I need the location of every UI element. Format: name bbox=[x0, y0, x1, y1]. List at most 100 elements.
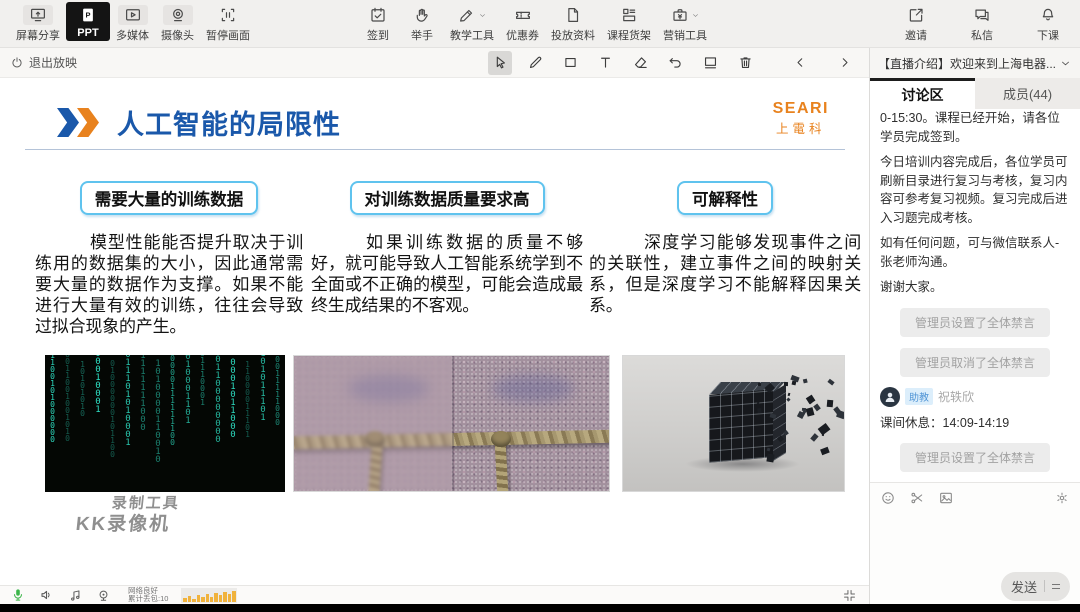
action-invite-button[interactable]: 邀请 bbox=[894, 2, 938, 45]
cube-side-face bbox=[773, 383, 787, 461]
emoji-icon[interactable] bbox=[880, 490, 896, 506]
send-button-label: 发送 bbox=[1010, 579, 1037, 595]
send-row: 发送 bbox=[870, 568, 1080, 604]
message-text: 今日培训内容完成后，各位学员可刷新目录进行复习与考核，复习内容可参考复习视频。复… bbox=[880, 155, 1068, 225]
live-room-title: 【直播介绍】欢迎来到上海电器... bbox=[878, 56, 1056, 71]
cube-debris bbox=[792, 380, 797, 385]
teaching-tools-icon bbox=[458, 5, 487, 25]
action-check-in-button[interactable]: 签到 bbox=[356, 2, 400, 45]
network-bar bbox=[187, 595, 192, 602]
previous-slide-button[interactable] bbox=[791, 51, 809, 75]
chat-input[interactable] bbox=[870, 512, 1080, 568]
tool-trash-button[interactable] bbox=[733, 51, 757, 75]
send-button[interactable]: 发送 bbox=[1000, 571, 1070, 601]
rope-knot bbox=[490, 430, 511, 447]
toolbar-item-label: 课程货架 bbox=[607, 30, 651, 42]
next-slide-button[interactable] bbox=[835, 51, 853, 75]
tool-board-button[interactable] bbox=[698, 51, 722, 75]
tool-cursor-button[interactable] bbox=[488, 50, 512, 75]
column-body-text: 深度学习能够发现事件之间的关联性，建立事件之间的映射关系，但是深度学习不能解释因… bbox=[589, 233, 861, 315]
toolbar-item-label: 下课 bbox=[1037, 30, 1059, 42]
mode-ppt-button[interactable]: P PPT bbox=[66, 2, 110, 41]
tool-text-button[interactable] bbox=[593, 51, 617, 75]
svg-text:P: P bbox=[85, 11, 90, 20]
action-materials-button[interactable]: 投放资料 bbox=[545, 2, 601, 45]
chevron-decoration-orange bbox=[77, 108, 99, 137]
mode-camera-button[interactable]: 摄像头 bbox=[155, 2, 200, 45]
cube-debris bbox=[787, 392, 791, 397]
toolbar-item-label: 摄像头 bbox=[161, 30, 194, 42]
system-message: 管理员取消了全体禁言 bbox=[899, 347, 1050, 377]
image-upload-icon[interactable] bbox=[938, 490, 954, 506]
tool-undo-button[interactable] bbox=[663, 51, 687, 75]
send-options-icon[interactable] bbox=[1052, 583, 1060, 589]
network-bars-chart bbox=[181, 587, 238, 603]
matrix-glyph-column: 01110001 bbox=[198, 355, 207, 406]
screenshot-cut-icon[interactable] bbox=[909, 490, 925, 506]
cube-debris bbox=[827, 378, 835, 386]
tab-discussion[interactable]: 讨论区 bbox=[870, 78, 975, 109]
slide-page-nav bbox=[791, 51, 853, 75]
message-text: 如有任何问题，可与微信联系人-张老师沟通。 bbox=[880, 236, 1060, 269]
column-heading-box: 可解释性 bbox=[677, 181, 773, 215]
sidebar-tabs: 讨论区 成员(44) bbox=[870, 78, 1080, 109]
course-shelf-icon bbox=[620, 5, 638, 25]
mode-pause-screen-button[interactable]: 暂停画面 bbox=[200, 2, 256, 45]
live-room-title-bar[interactable]: 【直播介绍】欢迎来到上海电器... bbox=[870, 48, 1080, 78]
chevron-decoration-blue bbox=[57, 108, 79, 137]
matrix-glyph-column: 01000000101100 bbox=[108, 358, 117, 457]
toolbar-item-label: 签到 bbox=[367, 30, 389, 42]
chat-settings-icon[interactable] bbox=[1054, 490, 1070, 506]
tool-rect-button[interactable] bbox=[558, 51, 582, 75]
blurred-half-overlay bbox=[294, 356, 452, 491]
action-raise-hand-button[interactable]: 举手 bbox=[400, 2, 444, 45]
action-teaching-tools-button[interactable]: 教学工具 bbox=[444, 2, 500, 45]
cube-debris bbox=[786, 397, 791, 402]
action-course-shelf-button[interactable]: 课程货架 bbox=[601, 2, 657, 45]
matrix-glyph-column: 1010000110010 bbox=[153, 359, 163, 464]
tool-pen-button[interactable] bbox=[523, 51, 547, 75]
matrix-glyph-column: 0011111000 bbox=[273, 355, 282, 426]
matrix-glyph-column: 101011101 bbox=[258, 355, 268, 421]
toolbar-item-label: 投放资料 bbox=[551, 30, 595, 42]
exit-presentation-label: 退出放映 bbox=[29, 56, 78, 70]
action-private-message-button[interactable]: 私信 bbox=[960, 2, 1004, 45]
materials-icon bbox=[564, 5, 582, 25]
cube-debris bbox=[757, 408, 762, 414]
network-bar bbox=[227, 593, 232, 602]
cube-debris bbox=[810, 432, 819, 442]
action-end-class-button[interactable]: 下课 bbox=[1026, 2, 1070, 45]
camera-icon bbox=[162, 5, 193, 25]
action-coupon-button[interactable]: 优惠券 bbox=[500, 2, 545, 45]
slide-title-row: 人工智能的局限性 bbox=[57, 103, 341, 142]
invite-icon bbox=[907, 5, 925, 25]
chat-message-list[interactable]: 1助教祝轶欣各位学员，下午培训时间为：13:00-15:30。课程已经开始，请各… bbox=[870, 109, 1080, 482]
cube-debris bbox=[766, 453, 775, 462]
mode-screen-share-button[interactable]: 屏幕分享 bbox=[10, 2, 66, 45]
media-status-bar: 网络良好 累计丢包:10 bbox=[0, 585, 869, 604]
action-marketing-tools-button[interactable]: 营销工具 bbox=[657, 2, 713, 45]
recorder-watermark-line2: KK录像机 bbox=[74, 514, 172, 535]
exit-presentation-button[interactable]: 退出放映 bbox=[10, 54, 77, 71]
background-music-icon[interactable] bbox=[68, 588, 83, 603]
tool-eraser-button[interactable] bbox=[628, 51, 652, 75]
matrix-glyph-column: 1111111000 bbox=[138, 355, 148, 432]
slide-canvas: 人工智能的局限性 SEARI 上電科 需要大量的训练数据 模型性能能否提升取决于… bbox=[0, 78, 869, 585]
toolbar-item-label: 多媒体 bbox=[116, 30, 149, 42]
message-text: 课间休息：14:09-14:19 bbox=[880, 415, 1010, 430]
toolbar-item-label: 举手 bbox=[411, 30, 433, 42]
power-icon bbox=[10, 56, 24, 70]
cube-debris bbox=[813, 403, 821, 412]
speaker-icon[interactable] bbox=[39, 587, 55, 603]
matrix-glyph-column: 011101010001 bbox=[123, 355, 133, 447]
cube-debris bbox=[802, 378, 808, 384]
webcam-icon[interactable] bbox=[96, 588, 111, 603]
cube-debris bbox=[817, 422, 831, 435]
tab-members[interactable]: 成员(44) bbox=[975, 78, 1080, 109]
microphone-icon[interactable] bbox=[10, 587, 26, 603]
mode-multimedia-button[interactable]: 多媒体 bbox=[110, 2, 155, 45]
cube-debris bbox=[804, 407, 815, 417]
collapse-icon[interactable] bbox=[842, 588, 857, 603]
seari-logo: SEARI 上電科 bbox=[773, 100, 829, 137]
network-bar bbox=[196, 594, 201, 602]
